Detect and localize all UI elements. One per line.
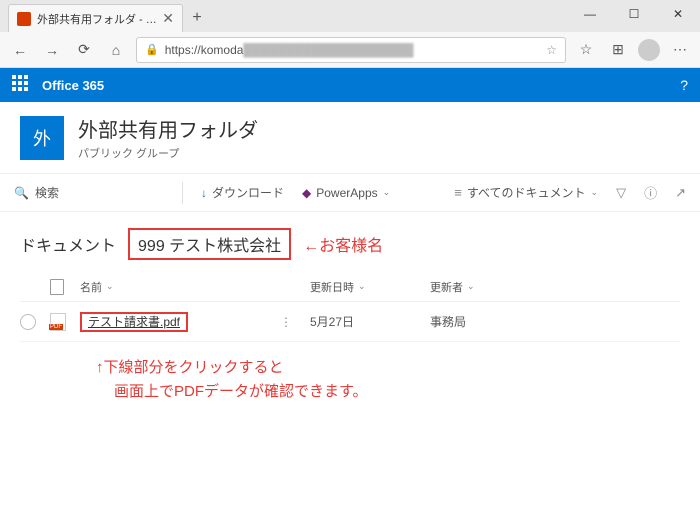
back-button[interactable]: ← <box>8 38 32 62</box>
row-actions-icon[interactable]: ⋮ <box>280 315 310 329</box>
window-close[interactable]: ✕ <box>656 0 700 28</box>
url-text: https://komoda████████████████████ <box>165 43 541 57</box>
filetype-icon <box>50 279 64 295</box>
profile-avatar[interactable] <box>638 39 660 61</box>
customer-name[interactable]: 999 テスト株式会社 <box>128 228 291 260</box>
toolbar-divider <box>182 182 183 204</box>
url-input[interactable]: 🔒 https://komoda████████████████████ ☆ <box>136 37 566 63</box>
annotation-instruction: ↑下線部分をクリックすると 画面上でPDFデータが確認できます。 <box>0 342 700 404</box>
tab-title: 外部共有用フォルダ - 999 テスト株 <box>37 11 162 27</box>
column-modifiedby[interactable]: 更新者⌄ <box>430 279 550 295</box>
lock-icon: 🔒 <box>145 43 159 56</box>
window-maximize[interactable]: ☐ <box>612 0 656 28</box>
refresh-button[interactable]: ⟳ <box>72 38 96 62</box>
search-icon: 🔍 <box>14 186 29 200</box>
command-toolbar: 🔍 検索 ↓ ダウンロード ◆ PowerApps ⌄ ≡ すべてのドキュメント… <box>0 174 700 212</box>
pdf-icon <box>50 313 66 331</box>
forward-button[interactable]: → <box>40 38 64 62</box>
column-name[interactable]: 名前⌄ <box>80 279 280 295</box>
column-modified[interactable]: 更新日時⌄ <box>310 279 430 295</box>
site-header: 外 外部共有用フォルダ パブリック グループ <box>0 102 700 174</box>
list-icon: ≡ <box>454 185 462 200</box>
window-minimize[interactable]: — <box>568 0 612 28</box>
site-title[interactable]: 外部共有用フォルダ <box>78 114 258 143</box>
search-input[interactable]: 🔍 検索 <box>14 184 164 201</box>
home-button[interactable]: ⌂ <box>104 38 128 62</box>
o365-brand[interactable]: Office 365 <box>42 78 104 93</box>
powerapps-button[interactable]: ◆ PowerApps ⌄ <box>302 186 390 200</box>
site-subtitle: パブリック グループ <box>78 145 258 161</box>
powerapps-label: PowerApps <box>316 186 377 200</box>
powerapps-icon: ◆ <box>302 186 311 200</box>
view-label: すべてのドキュメント <box>467 184 586 201</box>
site-logo[interactable]: 外 <box>20 116 64 160</box>
cell-modifiedby: 事務局 <box>430 313 550 330</box>
row-select[interactable] <box>20 314 36 330</box>
favorites-icon[interactable]: ☆ <box>574 38 598 62</box>
close-icon[interactable]: ✕ <box>162 10 174 27</box>
document-list: 名前⌄ 更新日時⌄ 更新者⌄ テスト請求書.pdf ⋮ 5月27日 事務局 <box>0 272 700 342</box>
favorite-icon[interactable]: ☆ <box>546 43 557 57</box>
help-icon[interactable]: ? <box>680 77 688 93</box>
tab-favicon <box>17 12 31 26</box>
chevron-down-icon: ⌄ <box>383 187 391 198</box>
chevron-down-icon: ⌄ <box>591 187 599 198</box>
browser-tab[interactable]: 外部共有用フォルダ - 999 テスト株 ✕ <box>8 4 183 32</box>
table-row[interactable]: テスト請求書.pdf ⋮ 5月27日 事務局 <box>20 302 680 342</box>
o365-header: Office 365 ? <box>0 68 700 102</box>
breadcrumb: ドキュメント 999 テスト株式会社 ←お客様名 <box>0 212 700 272</box>
browser-titlebar: 外部共有用フォルダ - 999 テスト株 ✕ + — ☐ ✕ <box>0 0 700 32</box>
annotation-customer: ←お客様名 <box>303 232 383 256</box>
breadcrumb-root[interactable]: ドキュメント <box>20 232 116 256</box>
download-label: ダウンロード <box>212 184 284 201</box>
collections-icon[interactable]: ⊞ <box>606 38 630 62</box>
cell-modified: 5月27日 <box>310 313 430 330</box>
search-placeholder: 検索 <box>35 184 59 201</box>
info-icon[interactable]: ⓘ <box>644 183 657 202</box>
file-link[interactable]: テスト請求書.pdf <box>80 312 188 332</box>
download-icon: ↓ <box>201 186 207 200</box>
view-selector[interactable]: ≡ すべてのドキュメント ⌄ <box>454 184 598 201</box>
expand-icon[interactable]: ↗ <box>675 185 686 201</box>
app-launcher-icon[interactable] <box>12 75 32 95</box>
browser-addressbar: ← → ⟳ ⌂ 🔒 https://komoda████████████████… <box>0 32 700 68</box>
filter-icon[interactable]: ▽ <box>616 185 626 201</box>
more-icon[interactable]: ⋯ <box>668 38 692 62</box>
new-tab-button[interactable]: + <box>183 4 211 32</box>
download-button[interactable]: ↓ ダウンロード <box>201 184 284 201</box>
table-header: 名前⌄ 更新日時⌄ 更新者⌄ <box>20 272 680 302</box>
